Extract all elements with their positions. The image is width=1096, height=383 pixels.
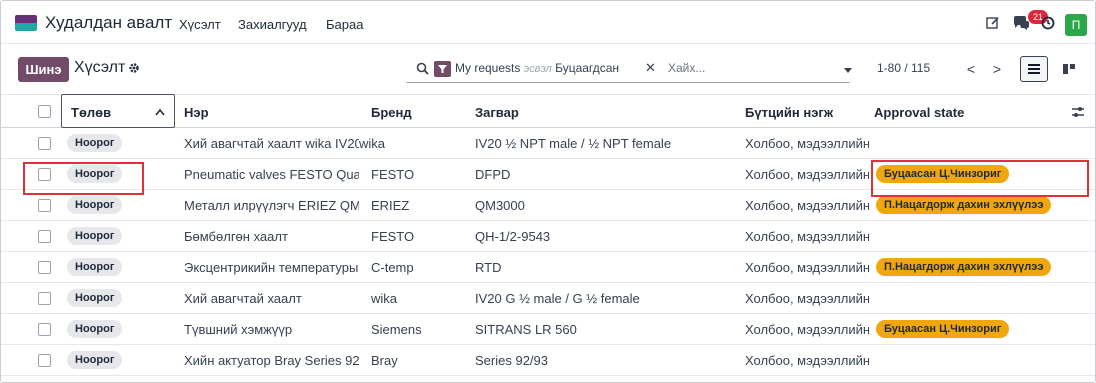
row-checkbox[interactable] [38, 292, 51, 305]
cell-name[interactable]: Металл илрүүлэгч ERIEZ QM3000 [184, 198, 359, 213]
search-icon[interactable] [416, 62, 429, 75]
app-menu-icon[interactable] [15, 15, 37, 31]
facet-value-my-requests: My requests [455, 61, 521, 75]
gear-icon[interactable] [128, 62, 140, 74]
new-button[interactable]: Шинэ [18, 57, 69, 82]
cell-name[interactable]: Эксцентрикийн температурын [184, 260, 359, 275]
status-pill: Ноорог [67, 258, 123, 276]
cell-unit[interactable]: Холбоо, мэдээллийн [745, 198, 869, 213]
cell-name[interactable]: Хий авагчтай хаалт wika IV20 ½ [184, 136, 359, 151]
cell-brand[interactable]: Siemens [371, 322, 461, 337]
table-row[interactable]: Ноорог Бөмбөлгөн хаалт FESTO QH-1/2-9543 Хол… [1, 221, 1095, 252]
cell-model[interactable]: IV20 ½ NPT male / ½ NPT female [475, 136, 735, 151]
kanban-view-button[interactable] [1055, 56, 1083, 82]
cell-model[interactable]: IV20 G ½ male / G ½ female [475, 291, 735, 306]
status-pill: Ноорог [67, 227, 123, 245]
select-all-checkbox[interactable] [38, 105, 51, 118]
nav-item-requests[interactable]: Хүсэлт [179, 17, 221, 32]
cell-model[interactable]: RTD [475, 260, 735, 275]
approval-state-tag: Буцаасан Ц.Чинзориг [876, 320, 1010, 338]
row-checkbox[interactable] [38, 261, 51, 274]
clock-icon[interactable] [1041, 16, 1055, 30]
table-row[interactable]: Ноорог Хий авагчтай хаалт wika IV20 ½ wika… [1, 128, 1095, 159]
cell-brand[interactable]: FESTO [371, 229, 461, 244]
pager-next-icon[interactable]: > [987, 58, 1007, 80]
cell-name[interactable]: Хийн актуатор Bray Series 92/93 [184, 353, 359, 368]
approval-state-tag: П.Нацагдорж дахин эхлүүлээ [876, 258, 1052, 276]
cell-name[interactable]: Pneumatic valves FESTO Quarter [184, 167, 359, 182]
cell-unit[interactable]: Холбоо, мэдээллийн [745, 353, 869, 368]
cell-name[interactable]: Бөмбөлгөн хаалт [184, 229, 359, 244]
filter-facet: My requests эсвэл Буцаагдсан [455, 61, 619, 75]
list-view-icon [1028, 64, 1040, 74]
filter-icon [434, 61, 451, 77]
highlight-box-status [23, 162, 144, 195]
cell-unit[interactable]: Холбоо, мэдээллийн [745, 322, 869, 337]
search-input[interactable]: Хайх... [668, 61, 705, 75]
cell-brand[interactable]: C-temp [371, 260, 461, 275]
cell-unit[interactable]: Холбоо, мэдээллийн [745, 167, 869, 182]
row-checkbox[interactable] [38, 323, 51, 336]
cell-model[interactable]: Series 92/93 [475, 353, 735, 368]
status-header-focus [61, 94, 175, 128]
column-header-unit[interactable]: Бүтцийн нэгж [745, 105, 833, 120]
kanban-view-icon [1063, 64, 1075, 74]
table-row[interactable]: Ноорог Эксцентрикийн температурын C-temp RT… [1, 252, 1095, 283]
cell-brand[interactable]: ERIEZ [371, 198, 461, 213]
top-navbar: Худалдан авалт Хүсэлт Захиалгууд Бараа 2… [1, 1, 1095, 44]
search-bar[interactable]: My requests эсвэл Буцаагдсан ✕ Хайх... [406, 56, 850, 83]
app-window: Худалдан авалт Хүсэлт Захиалгууд Бараа 2… [0, 0, 1096, 383]
pager-previous-icon[interactable]: < [961, 58, 981, 80]
user-avatar[interactable]: П [1065, 14, 1087, 36]
app-title[interactable]: Худалдан авалт [45, 13, 172, 33]
cell-unit[interactable]: Холбоо, мэдээллийн [745, 260, 869, 275]
row-checkbox[interactable] [38, 230, 51, 243]
nav-item-products[interactable]: Бараа [326, 17, 363, 32]
edit-note-icon[interactable] [986, 16, 1000, 30]
remove-facet-icon[interactable]: ✕ [645, 60, 656, 76]
search-options-toggle[interactable] [836, 58, 860, 82]
cell-name[interactable]: Түвшний хэмжүүр [184, 322, 359, 337]
cell-brand[interactable]: wika [371, 291, 461, 306]
table-row[interactable]: Ноорог Түвшний хэмжүүр Siemens SITRANS LR 5… [1, 314, 1095, 345]
cell-model[interactable]: SITRANS LR 560 [475, 322, 735, 337]
cell-brand[interactable]: wika [359, 136, 449, 151]
cell-name[interactable]: Хий авагчтай хаалт [184, 291, 359, 306]
cell-model[interactable]: QM3000 [475, 198, 735, 213]
cell-model[interactable]: DFPD [475, 167, 735, 182]
cell-model[interactable]: QH-1/2-9543 [475, 229, 735, 244]
nav-item-orders[interactable]: Захиалгууд [238, 17, 307, 32]
column-header-brand[interactable]: Бренд [371, 105, 412, 120]
approval-state-tag: П.Нацагдорж дахин эхлүүлээ [876, 196, 1052, 214]
column-header-model[interactable]: Загвар [475, 105, 519, 120]
status-pill: Ноорог [67, 196, 123, 214]
pager-value[interactable]: 1-80 / 115 [877, 61, 930, 75]
row-checkbox[interactable] [38, 354, 51, 367]
highlight-box-approval [871, 160, 1089, 197]
list-view-button[interactable] [1020, 56, 1048, 82]
breadcrumb: Хүсэлт [74, 59, 126, 76]
row-checkbox[interactable] [38, 199, 51, 212]
facet-separator: эсвэл [523, 63, 552, 75]
row-checkbox[interactable] [38, 137, 51, 150]
column-header-name[interactable]: Нэр [184, 105, 209, 120]
status-pill: Ноорог [67, 351, 123, 369]
column-header-approval-state[interactable]: Approval state [874, 105, 964, 120]
table-row[interactable]: Ноорог Хий авагчтай хаалт wika IV20 G ½ mal… [1, 283, 1095, 314]
optional-columns-icon[interactable] [1071, 105, 1085, 119]
facet-value-returned: Буцаагдсан [555, 61, 620, 75]
table-row[interactable]: Ноорог Хийн актуатор Bray Series 92/93 Bra… [1, 345, 1095, 376]
cell-unit[interactable]: Холбоо, мэдээллийн [745, 229, 869, 244]
cell-brand[interactable]: FESTO [371, 167, 461, 182]
status-pill: Ноорог [67, 289, 123, 307]
status-pill: Ноорог [67, 134, 123, 152]
status-pill: Ноорог [67, 320, 123, 338]
cell-unit[interactable]: Холбоо, мэдээллийн [745, 136, 869, 151]
cell-unit[interactable]: Холбоо, мэдээллийн [745, 291, 869, 306]
cell-brand[interactable]: Bray [371, 353, 461, 368]
